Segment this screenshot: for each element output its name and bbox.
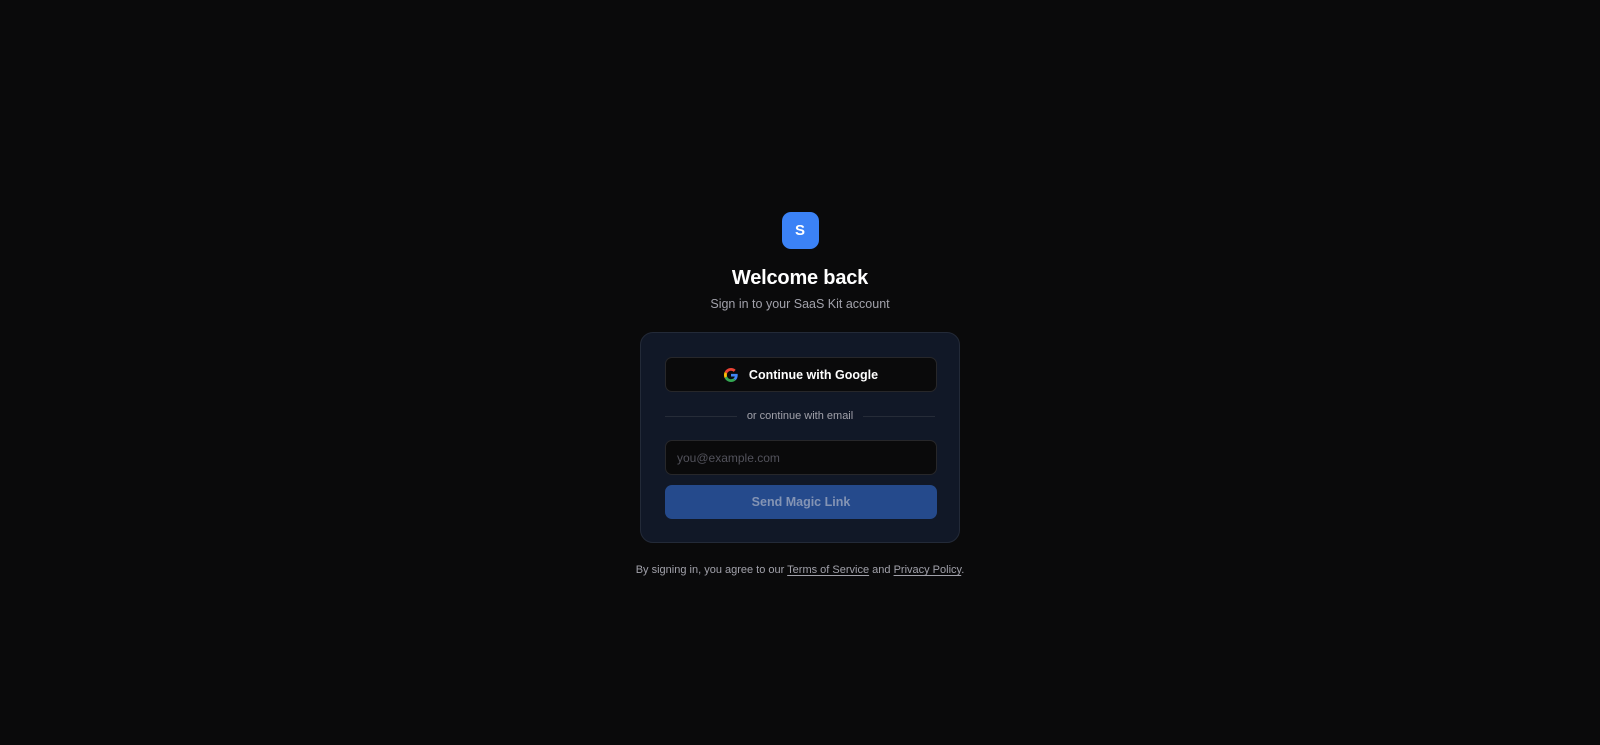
app-logo: S [781, 212, 819, 249]
terms-prefix: By signing in, you agree to our [635, 564, 788, 576]
email-input[interactable] [665, 440, 937, 475]
terms-of-service-link[interactable]: Terms of Service [787, 564, 869, 576]
login-container: S Welcome back Sign in to your SaaS Kit … [636, 212, 964, 576]
sign-in-card: Continue with Google or continue with em… [640, 332, 960, 543]
google-button-label: Continue with Google [748, 367, 879, 382]
login-page: S Welcome back Sign in to your SaaS Kit … [0, 0, 1600, 745]
send-magic-link-button[interactable]: Send Magic Link [665, 485, 937, 519]
terms-middle: and [869, 564, 894, 576]
terms-suffix: . [961, 564, 965, 576]
page-subtitle: Sign in to your SaaS Kit account [710, 297, 890, 311]
google-icon [723, 367, 738, 382]
privacy-policy-link[interactable]: Privacy Policy [894, 564, 962, 576]
divider-text: or continue with email [746, 410, 854, 422]
terms-notice: By signing in, you agree to our Terms of… [636, 564, 965, 576]
divider-line-right [863, 415, 936, 417]
divider-line-left [665, 415, 737, 417]
or-divider: or continue with email [665, 408, 936, 424]
page-title: Welcome back [731, 267, 869, 289]
google-sign-in-button[interactable]: Continue with Google [665, 357, 937, 392]
